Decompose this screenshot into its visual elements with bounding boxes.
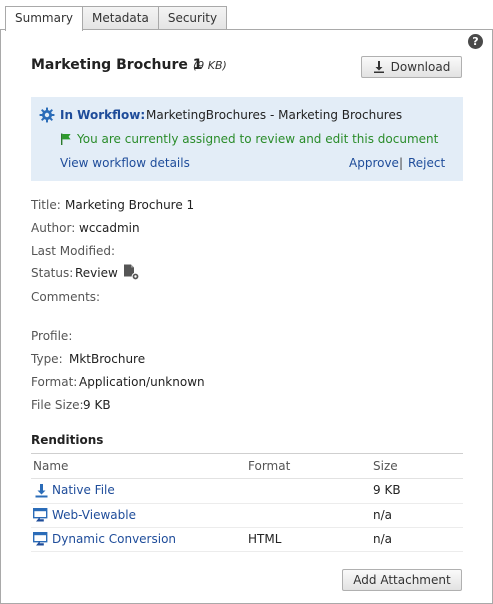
approve-link[interactable]: Approve xyxy=(349,156,399,170)
file-size-label: File Size: xyxy=(31,398,84,412)
view-workflow-details-link[interactable]: View workflow details xyxy=(60,156,190,170)
web-view-icon xyxy=(33,532,48,546)
renditions-heading: Renditions xyxy=(31,433,104,447)
flag-icon xyxy=(61,133,71,145)
column-header-format: Format xyxy=(248,459,291,473)
title-label: Title: xyxy=(31,198,61,212)
format-value: Application/unknown xyxy=(79,375,205,389)
rendition-name-web[interactable]: Web-Viewable xyxy=(52,508,136,522)
question-icon[interactable]: ? xyxy=(468,34,483,49)
rendition-format-dynamic: HTML xyxy=(248,532,282,546)
status-label: Status: xyxy=(31,266,74,280)
link-separator: | xyxy=(399,156,404,170)
document-settings-icon[interactable] xyxy=(123,264,140,281)
status-value: Review xyxy=(75,266,118,280)
tab-bar: Summary Metadata Security xyxy=(5,6,228,31)
column-header-name: Name xyxy=(33,459,69,473)
file-size-value: 9 KB xyxy=(83,398,111,412)
download-icon xyxy=(35,484,48,498)
tab-security[interactable]: Security xyxy=(157,6,228,29)
author-label: Author: xyxy=(31,221,76,235)
table-header-divider xyxy=(31,478,463,479)
profile-label: Profile: xyxy=(31,329,73,343)
document-title: Marketing Brochure 1 xyxy=(31,57,203,73)
rendition-name-native[interactable]: Native File xyxy=(52,483,115,497)
table-row-divider xyxy=(31,527,463,528)
download-label: Download xyxy=(390,60,451,74)
rendition-name-dynamic[interactable]: Dynamic Conversion xyxy=(52,532,176,546)
workflow-assigned-text: You are currently assigned to review and… xyxy=(77,132,439,146)
table-row-divider xyxy=(31,551,463,552)
rendition-size-web: n/a xyxy=(373,508,393,522)
renditions-divider xyxy=(31,453,463,454)
rendition-size-dynamic: n/a xyxy=(373,532,393,546)
table-row-divider xyxy=(31,503,463,504)
title-value: Marketing Brochure 1 xyxy=(65,198,195,212)
type-value: MktBrochure xyxy=(69,352,146,366)
tab-metadata[interactable]: Metadata xyxy=(82,6,159,29)
workflow-label: In Workflow: xyxy=(60,108,146,122)
workflow-name: MarketingBrochures - Marketing Brochures xyxy=(146,108,403,122)
document-size: (9 KB) xyxy=(193,59,227,72)
add-attachment-button[interactable]: Add Attachment xyxy=(342,569,462,591)
tab-summary[interactable]: Summary xyxy=(5,6,83,31)
comments-label: Comments: xyxy=(31,290,101,304)
format-label: Format: xyxy=(31,375,78,389)
reject-link[interactable]: Reject xyxy=(408,156,445,170)
last-modified-label: Last Modified: xyxy=(31,244,116,258)
gear-icon xyxy=(39,107,55,123)
web-view-icon xyxy=(33,508,48,522)
rendition-size-native: 9 KB xyxy=(373,483,401,497)
type-label: Type: xyxy=(31,352,63,366)
column-header-size: Size xyxy=(373,459,398,473)
author-value: wccadmin xyxy=(79,221,140,235)
download-button[interactable]: Download xyxy=(361,56,462,78)
download-icon xyxy=(373,61,384,73)
